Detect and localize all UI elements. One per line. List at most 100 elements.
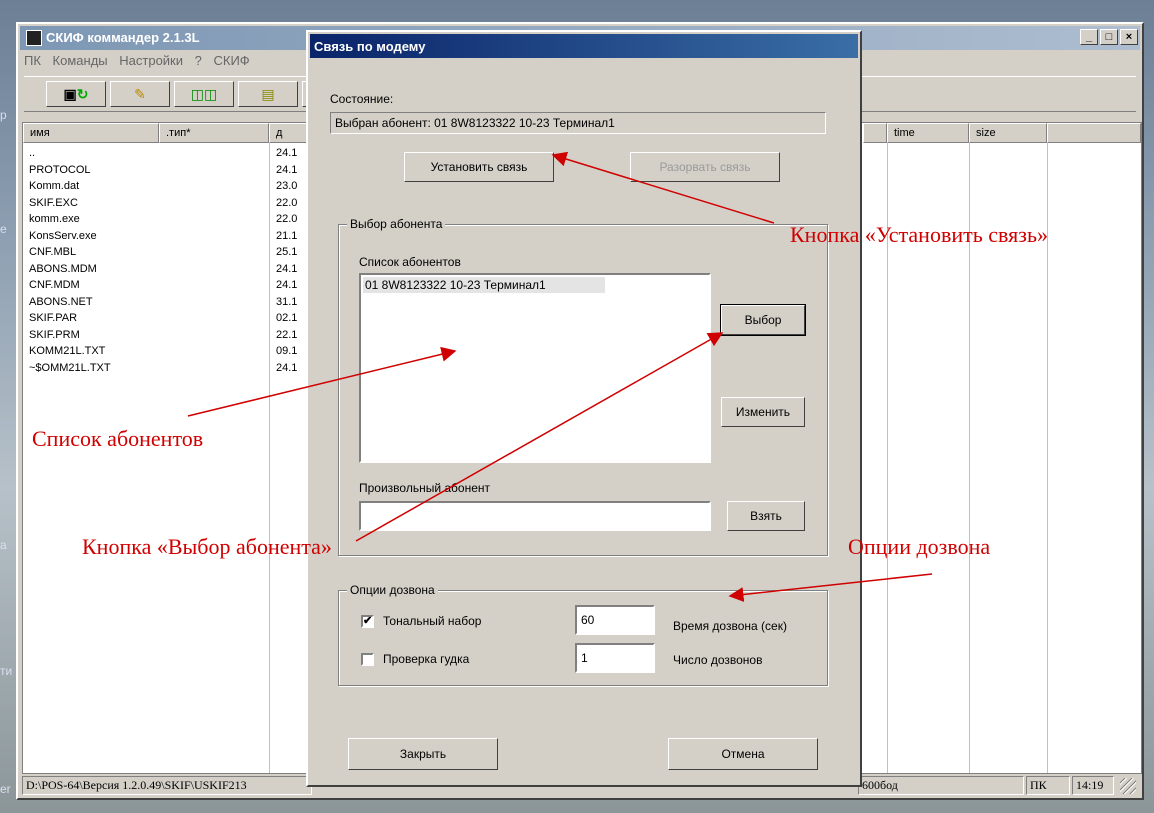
annotation-list: Список абонентов (32, 426, 204, 451)
status-mode: ПК (1026, 776, 1070, 795)
file-row[interactable]: ABONS.NET 31.1 (29, 294, 299, 311)
menu-item-help[interactable]: ? (195, 53, 202, 68)
tone-dial-checkbox[interactable]: ✔ (361, 615, 374, 628)
desktop-label: ти (0, 664, 13, 678)
file-name: .. (29, 147, 36, 159)
edit-button[interactable]: Изменить (721, 397, 805, 427)
file-row[interactable]: KOMM21L.TXT 09.1 (29, 343, 299, 360)
status-clock: 14:19 (1072, 776, 1114, 795)
menu-item-commands[interactable]: Команды (53, 53, 108, 68)
edit-button[interactable]: ✎ (110, 81, 170, 107)
dial-tone-check-checkbox[interactable] (361, 653, 374, 666)
file-row[interactable]: SKIF.PRM 22.1 (29, 327, 299, 344)
file-row[interactable]: Komm.dat 23.0 (29, 178, 299, 195)
desktop-label: а (0, 538, 7, 552)
file-date: 24.1 (276, 147, 298, 159)
file-name: SKIF.PRM (29, 328, 80, 341)
subscriber-list[interactable]: 01 8W8123322 10-23 Терминал1 (359, 273, 711, 463)
file-name: Komm.dat (29, 180, 80, 192)
file-name: ~$OMM21L.TXT (29, 361, 111, 374)
modem-dialog: Связь по модему Состояние: Выбран абонен… (306, 30, 862, 787)
document-icon: ▤ (261, 86, 275, 102)
menu-item-skif[interactable]: СКИФ (214, 53, 250, 68)
file-name: CNF.MBL (29, 246, 77, 258)
column-header-type[interactable]: .тип* (159, 123, 269, 143)
file-row[interactable]: ~$OMM21L.TXT 24.1 (29, 360, 299, 377)
file-row[interactable]: KonsServ.exe 21.1 (29, 228, 299, 245)
maximize-button[interactable]: □ (1100, 29, 1118, 45)
menu-bar: ПК Команды Настройки ? СКИФ (24, 53, 258, 71)
custom-subscriber-input[interactable] (359, 501, 711, 531)
file-row[interactable]: CNF.MDM 24.1 (29, 277, 299, 294)
desktop-label: р (0, 108, 7, 122)
file-date: 31.1 (276, 295, 298, 308)
list-item[interactable]: 01 8W8123322 10-23 Терминал1 (363, 277, 605, 293)
file-date: 24.1 (276, 163, 298, 176)
column-header-date[interactable]: д (269, 123, 309, 143)
file-name: KOMM21L.TXT (29, 345, 106, 357)
annotation-select: Кнопка «Выбор абонента» (82, 534, 332, 559)
column-header-extra[interactable] (1047, 123, 1141, 143)
dialog-titlebar[interactable]: Связь по модему (310, 34, 858, 58)
state-label: Состояние: (330, 92, 394, 106)
subscriber-group-title: Выбор абонента (347, 217, 446, 231)
file-name: KonsServ.exe (29, 229, 97, 242)
annotation-dial: Опции дозвона (848, 534, 991, 559)
file-name: PROTOCOL (29, 163, 91, 176)
file-date: 24.1 (276, 279, 298, 291)
status-path: D:\POS-64\Версия 1.2.0.49\SKIF\USKIF213 (22, 776, 312, 795)
column-header-size[interactable]: size (969, 123, 1047, 143)
copy-button[interactable]: ◫◫ (174, 81, 234, 107)
dial-options-group: Опции дозвона ✔ Тональный набор Проверка… (338, 583, 828, 686)
subscriber-group: Выбор абонента Список абонентов 01 8W812… (338, 217, 828, 556)
file-row[interactable]: ABONS.MDM 24.1 (29, 261, 299, 278)
file-list: .. 24.1 PROTOCOL 24.1 Komm.dat 23.0 SKIF.EX… (29, 145, 299, 376)
column-header-blank[interactable] (863, 123, 887, 143)
file-row[interactable]: .. 24.1 (29, 145, 299, 162)
file-name: ABONS.NET (29, 295, 93, 308)
refresh-icon: ▣↻ (63, 86, 89, 102)
copy-icon: ◫◫ (190, 86, 218, 102)
column-header-time[interactable]: time (887, 123, 969, 143)
file-date: 23.0 (276, 180, 298, 192)
dial-time-label: Время дозвона (сек) (673, 619, 787, 633)
select-button[interactable]: Выбор (720, 304, 806, 336)
column-header-name[interactable]: имя (23, 123, 159, 143)
file-row[interactable]: PROTOCOL 24.1 (29, 162, 299, 179)
edit-icon: ✎ (134, 86, 146, 102)
desktop-label: е (0, 222, 7, 236)
tone-dial-label: Тональный набор (383, 614, 482, 628)
file-date: 22.0 (276, 196, 298, 209)
file-name: CNF.MDM (29, 279, 80, 291)
menu-item-pk[interactable]: ПК (24, 53, 41, 68)
menu-item-settings[interactable]: Настройки (119, 53, 183, 68)
connect-button[interactable]: Установить связь (404, 152, 554, 182)
file-date: 21.1 (276, 229, 298, 242)
dial-time-input[interactable] (575, 605, 655, 635)
take-button[interactable]: Взять (727, 501, 805, 531)
file-date: 22.0 (276, 213, 298, 225)
state-value: Выбран абонент: 01 8W8123322 10-23 Терми… (330, 112, 826, 134)
dialog-title: Связь по модему (314, 39, 426, 54)
annotation-connect: Кнопка «Установить связь» (790, 222, 1048, 247)
disconnect-button[interactable]: Разорвать связь (630, 152, 780, 182)
status-baud: 600бод (858, 776, 1024, 795)
file-date: 24.1 (276, 262, 298, 275)
custom-subscriber-label: Произвольный абонент (359, 481, 491, 495)
file-row[interactable]: SKIF.PAR 02.1 (29, 310, 299, 327)
file-row[interactable]: SKIF.EXC 22.0 (29, 195, 299, 212)
dial-tone-check-label: Проверка гудка (383, 652, 470, 666)
cancel-button[interactable]: Отмена (668, 738, 818, 770)
minimize-button[interactable]: _ (1080, 29, 1098, 45)
refresh-button[interactable]: ▣↻ (46, 81, 106, 107)
main-window-title: СКИФ коммандер 2.1.3L (46, 30, 200, 45)
dial-count-input[interactable] (575, 643, 655, 673)
document-button[interactable]: ▤ (238, 81, 298, 107)
file-date: 02.1 (276, 312, 298, 324)
close-window-button[interactable]: × (1120, 29, 1138, 45)
file-row[interactable]: CNF.MBL 25.1 (29, 244, 299, 261)
file-name: SKIF.EXC (29, 196, 78, 209)
file-row[interactable]: komm.exe 22.0 (29, 211, 299, 228)
close-button[interactable]: Закрыть (348, 738, 498, 770)
resize-grip-icon[interactable] (1120, 778, 1136, 794)
